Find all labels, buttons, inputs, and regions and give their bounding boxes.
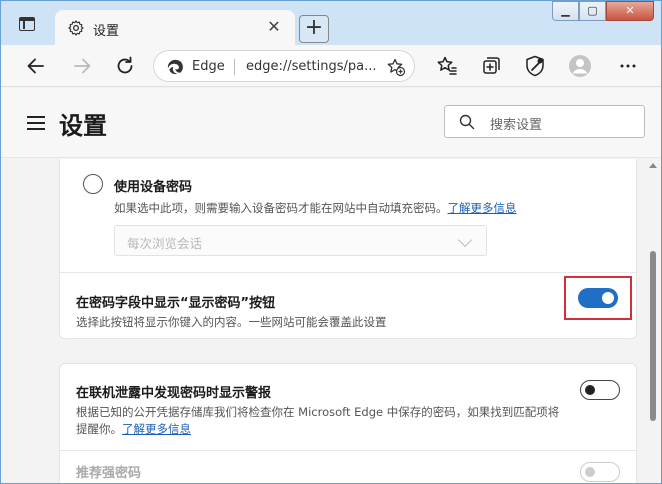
settings-header: 设置 搜索设置 [1,88,661,158]
search-icon [459,114,475,130]
profile-avatar-icon[interactable] [567,53,593,79]
tab-strip: 设置 ✕ + ▁ ▢ ✕ [1,1,661,45]
session-select[interactable]: 每次浏览会话 [114,225,487,256]
device-password-radio[interactable] [83,174,103,194]
toggle-knob [602,292,614,304]
maximize-button[interactable]: ▢ [579,1,606,21]
refresh-icon[interactable] [112,53,138,79]
settings-content: 使用设备密码 如果选中此项，则需要输入设备密码才能在网站中自动填充密码。了解更多… [1,159,646,483]
back-arrow-icon[interactable] [23,53,49,79]
toggle-knob [585,466,595,477]
strong-password-toggle[interactable] [580,462,620,482]
tab-actions-icon[interactable] [19,17,35,31]
leak-alert-title: 在联机泄露中发现密码时显示警报 [76,386,272,401]
device-password-desc: 如果选中此项，则需要输入设备密码才能在网站中自动填充密码。了解更多信息 [114,201,517,215]
forward-arrow-icon[interactable] [69,53,95,79]
edge-logo-icon [167,59,183,75]
scrollbar[interactable] [646,159,661,483]
strong-password-title: 推荐强密码 [76,466,142,481]
browser-window: 设置 ✕ + ▁ ▢ ✕ Edge edge://settings/pa... … [0,0,662,484]
show-password-desc: 选择此按钮将显示你键入的内容。一些网站可能会覆盖此设置 [76,315,387,329]
window-controls: ▁ ▢ ✕ [552,1,654,21]
menu-icon[interactable] [27,116,45,130]
collections-icon[interactable] [478,53,504,79]
search-input[interactable]: 搜索设置 [444,105,645,138]
address-url[interactable]: edge://settings/pa... [246,59,376,74]
browser-essentials-icon[interactable] [522,53,548,79]
leak-alert-desc: 根据已知的公开凭据存储库我们将检查你在 Microsoft Edge 中保存的密… [76,405,560,436]
password-settings-card: 使用设备密码 如果选中此项，则需要输入设备密码才能在网站中自动填充密码。了解更多… [59,159,637,339]
close-window-button[interactable]: ✕ [606,1,654,21]
more-options-icon[interactable] [615,53,641,79]
session-select-value: 每次浏览会话 [127,236,203,251]
favorites-icon[interactable] [434,53,460,79]
chevron-down-icon [457,232,473,248]
show-password-title: 在密码字段中显示“显示密码”按钮 [76,296,276,311]
learn-more-link[interactable]: 了解更多信息 [448,201,517,215]
show-password-row: 在密码字段中显示“显示密码”按钮 选择此按钮将显示你键入的内容。一些网站可能会覆… [60,272,636,340]
scroll-up-arrow-icon[interactable] [649,163,657,168]
search-placeholder: 搜索设置 [490,118,543,133]
minimize-button[interactable]: ▁ [552,1,579,21]
gear-icon [68,20,84,36]
divider [60,450,636,451]
device-password-title: 使用设备密码 [114,180,193,195]
password-monitor-card: 在联机泄露中发现密码时显示警报 根据已知的公开凭据存储库我们将检查你在 Micr… [59,363,637,483]
address-site-label: Edge [192,59,225,74]
tab-settings[interactable]: 设置 ✕ [55,10,295,45]
learn-more-link[interactable]: 了解更多信息 [122,422,191,436]
address-separator [234,59,235,75]
show-password-toggle[interactable] [578,288,618,308]
tab-title: 设置 [93,24,120,39]
address-bar[interactable]: Edge edge://settings/pa... [153,50,415,82]
scroll-thumb[interactable] [650,251,656,421]
page-title: 设置 [59,112,107,140]
close-tab-icon[interactable]: ✕ [265,18,283,36]
toggle-knob [585,384,595,395]
leak-alert-toggle[interactable] [580,380,620,400]
add-favorite-icon[interactable] [386,57,406,77]
browser-toolbar: Edge edge://settings/pa... [1,45,661,87]
new-tab-button[interactable]: + [299,15,329,43]
